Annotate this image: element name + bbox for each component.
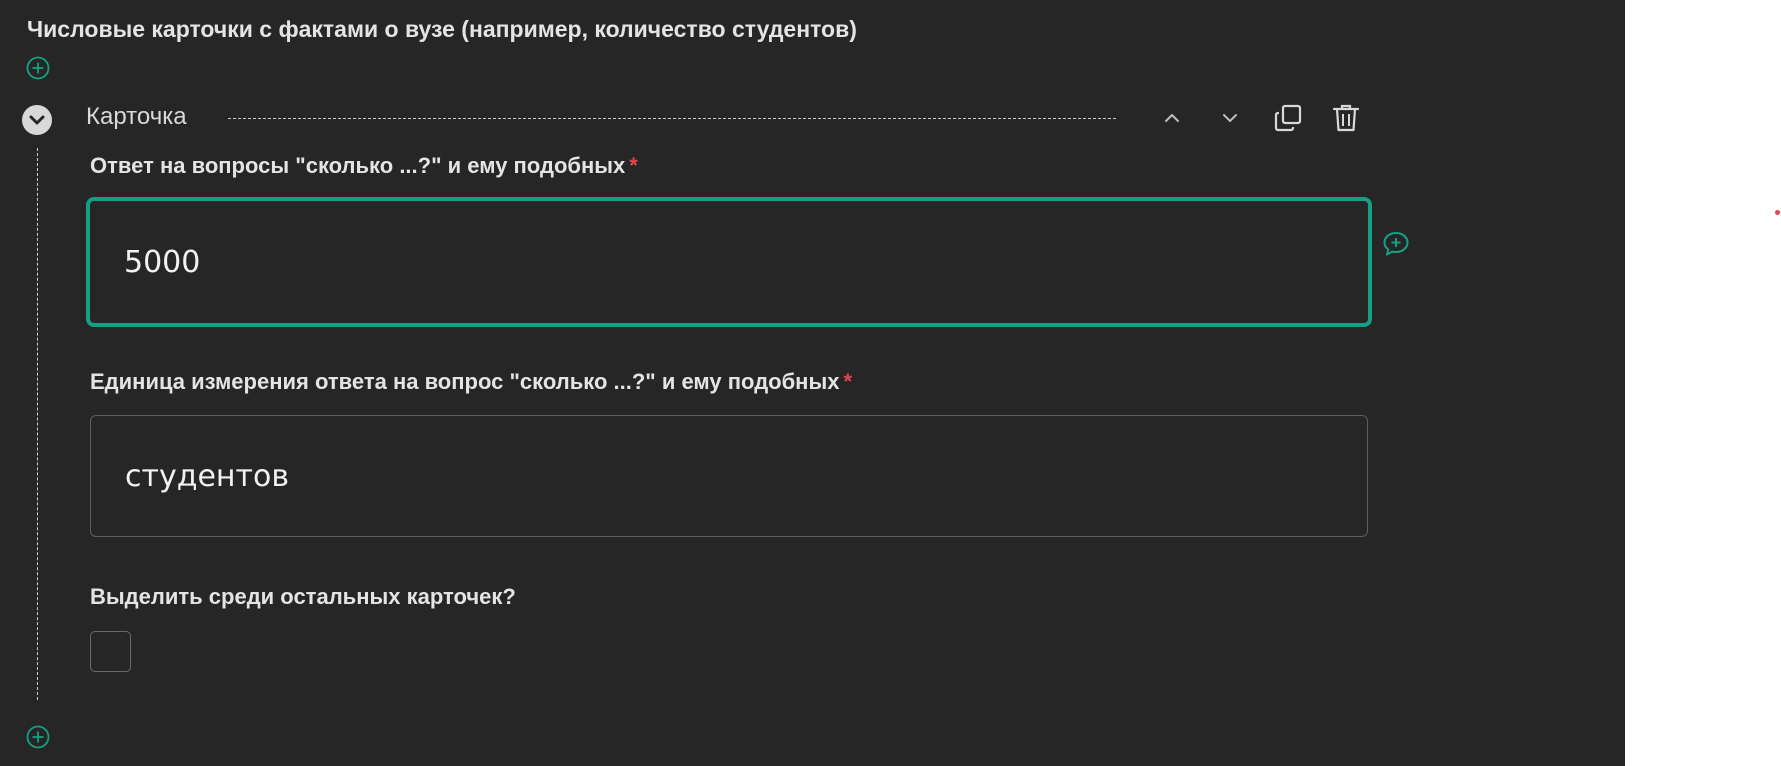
form-panel: Числовые карточки с фактами о вузе (напр… (0, 0, 1625, 766)
duplicate-button[interactable] (1270, 100, 1306, 136)
add-card-button-bottom[interactable] (26, 725, 50, 749)
add-comment-button[interactable] (1381, 229, 1411, 259)
required-mark: * (629, 153, 638, 178)
required-mark: * (843, 369, 853, 394)
move-up-button[interactable] (1154, 100, 1190, 136)
delete-button[interactable] (1328, 100, 1364, 136)
highlight-field-label: Выделить среди остальных карточек? (90, 584, 516, 609)
answer-label-text: Ответ на вопросы "сколько ...?" и ему по… (90, 153, 626, 178)
card-body-guide (37, 148, 38, 700)
unit-label-text: Единица измерения ответа на вопрос "скол… (90, 369, 840, 394)
add-card-button-top[interactable] (26, 56, 50, 80)
highlight-checkbox[interactable] (90, 631, 131, 672)
card-title: Карточка (86, 103, 187, 130)
answer-field-label: Ответ на вопросы "сколько ...?" и ему по… (90, 153, 638, 179)
add-circle-icon (26, 725, 50, 749)
indicator-dot (1775, 210, 1780, 215)
copy-icon (1274, 104, 1302, 132)
card-header-divider (228, 118, 1116, 119)
section-title: Числовые карточки с фактами о вузе (напр… (27, 16, 857, 42)
move-down-button[interactable] (1212, 100, 1248, 136)
unit-input[interactable] (90, 415, 1368, 537)
chevron-up-icon (1165, 114, 1179, 122)
answer-input[interactable] (86, 197, 1372, 327)
chevron-down-icon (29, 115, 45, 125)
unit-field-label: Единица измерения ответа на вопрос "скол… (90, 369, 852, 395)
add-circle-icon (26, 56, 50, 80)
add-comment-icon (1383, 232, 1409, 256)
collapse-card-button[interactable] (22, 105, 52, 135)
trash-icon (1332, 104, 1360, 132)
chevron-down-icon (1223, 114, 1237, 122)
